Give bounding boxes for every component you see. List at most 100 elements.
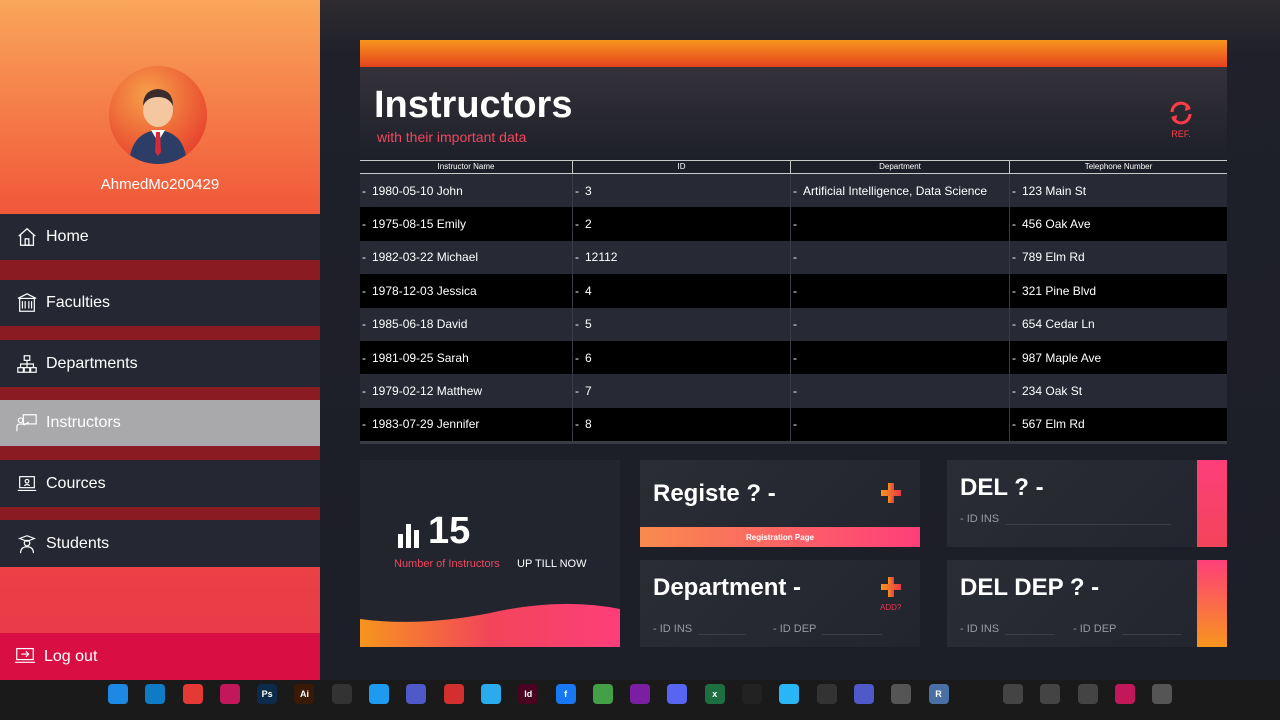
- send-icon[interactable]: [592, 684, 613, 704]
- cell-marker: -: [793, 417, 797, 432]
- sidebar-item-faculties[interactable]: Faculties: [0, 280, 320, 326]
- page-title: Instructors: [374, 84, 573, 126]
- cell-marker: -: [1012, 217, 1016, 232]
- teams2-icon[interactable]: [853, 684, 874, 704]
- field-label: - ID INS: [960, 513, 1000, 525]
- delete-department-accent-bar[interactable]: [1197, 560, 1227, 647]
- table-row[interactable]: -1975-08-15 Emily -2- -456 Oak Ave: [360, 207, 1227, 241]
- column-header[interactable]: Telephone Number: [1010, 161, 1227, 173]
- table-cell-name: -1985-06-18 David: [360, 307, 573, 341]
- table-cell-phone: -123 Main St: [1010, 174, 1227, 207]
- app-icon[interactable]: [219, 684, 240, 704]
- panel-footer: [360, 441, 1227, 444]
- table-cell-phone: -456 Oak Ave: [1010, 207, 1227, 240]
- cell-text: 789 Elm Rd: [1022, 250, 1085, 265]
- calculator-icon[interactable]: [630, 684, 651, 704]
- cell-text: 234 Oak St: [1022, 384, 1083, 399]
- nav-divider: [0, 326, 320, 340]
- discord-icon[interactable]: [667, 684, 688, 704]
- sidebar-item-cources[interactable]: Cources: [0, 460, 320, 507]
- delete-id-ins-input[interactable]: [1005, 511, 1172, 525]
- sidebar-item-label: Instructors: [46, 414, 121, 431]
- cell-text: 1980-05-10 John: [372, 183, 463, 198]
- sidebar-item-students[interactable]: Students: [0, 520, 320, 567]
- delete-dep-id-dep-input[interactable]: [1122, 621, 1183, 635]
- sidebar-item-label: Home: [46, 228, 89, 245]
- monitor-icon[interactable]: [1003, 684, 1024, 704]
- id-ins-input[interactable]: [698, 621, 747, 635]
- delete-department-card: DEL DEP ? - - ID INS - ID DEP: [947, 560, 1227, 647]
- globe-icon[interactable]: [891, 684, 912, 704]
- teams-icon[interactable]: [406, 684, 427, 704]
- table-row[interactable]: -1979-02-12 Matthew -7- -234 Oak St: [360, 374, 1227, 408]
- column-header[interactable]: Department: [791, 161, 1010, 173]
- id-dep-field: - ID DEP: [1073, 621, 1183, 635]
- excel-icon[interactable]: x: [704, 684, 725, 704]
- cell-marker: -: [1012, 250, 1016, 265]
- edge-icon[interactable]: [145, 684, 166, 704]
- telegram-icon[interactable]: [480, 684, 501, 704]
- profile-section: AhmedMo200429: [0, 0, 320, 212]
- field-label: - ID DEP: [1073, 623, 1117, 635]
- table-cell-name: -1980-05-10 John: [360, 174, 573, 208]
- tiktok-icon[interactable]: [742, 684, 763, 704]
- photoshop-icon[interactable]: Ps: [257, 684, 278, 704]
- table-row[interactable]: -1980-05-10 John -3- Artificial Intelligen…: [360, 174, 1227, 208]
- audio-icon[interactable]: [331, 684, 352, 704]
- refresh-button[interactable]: REF.: [1164, 100, 1198, 140]
- panel-accent-bar: [360, 40, 1227, 67]
- sidebar-item-departments[interactable]: Departments: [0, 340, 320, 387]
- maps-icon[interactable]: [779, 684, 800, 704]
- refresh-icon: [1167, 101, 1195, 130]
- column-header[interactable]: ID: [573, 161, 791, 173]
- cell-text: 8: [585, 417, 592, 432]
- table-row[interactable]: -1985-06-18 David -5- -654 Cedar Ln: [360, 307, 1227, 341]
- add-department-icon[interactable]: [880, 576, 902, 598]
- delete-accent-bar[interactable]: [1197, 460, 1227, 547]
- pdf-icon[interactable]: [443, 684, 464, 704]
- field-label: - ID INS: [960, 623, 1000, 635]
- table-row[interactable]: -1983-07-29 Jennifer -8- -567 Elm Rd: [360, 407, 1227, 442]
- screen-icon[interactable]: [1152, 684, 1173, 704]
- add-icon[interactable]: [880, 482, 902, 504]
- table-row[interactable]: -1978-12-03 Jessica -4- -321 Pine Blvd: [360, 274, 1227, 308]
- nav-divider: [0, 446, 320, 460]
- cell-marker: -: [575, 183, 579, 198]
- table-row[interactable]: -1981-09-25 Sarah -6- -987 Maple Ave: [360, 340, 1227, 375]
- chrome-icon[interactable]: [182, 684, 203, 704]
- cell-marker: -: [575, 283, 579, 298]
- sidebar: AhmedMo200429 Home Faculties Departments…: [0, 0, 320, 680]
- cell-marker: -: [1012, 417, 1016, 432]
- audio2-icon[interactable]: [816, 684, 837, 704]
- cell-marker: -: [575, 350, 579, 365]
- cell-marker: -: [362, 183, 366, 198]
- column-header[interactable]: Instructor Name: [360, 161, 573, 173]
- network-icon[interactable]: [1040, 684, 1061, 704]
- id-ins-field: - ID INS: [653, 621, 747, 635]
- twitter-icon[interactable]: [369, 684, 390, 704]
- cell-text: 1983-07-29 Jennifer: [372, 417, 480, 432]
- desktop-icon[interactable]: [108, 684, 128, 704]
- sidebar-item-instructors[interactable]: Instructors: [0, 400, 320, 446]
- separator-icon[interactable]: [965, 684, 986, 704]
- laptop-icon: [14, 471, 40, 497]
- whatsapp-icon[interactable]: [1115, 684, 1136, 704]
- illustrator-icon[interactable]: Ai: [294, 684, 315, 704]
- sidebar-item-home[interactable]: Home: [0, 214, 320, 260]
- table-header: Instructor Name ID Department Telephone …: [360, 160, 1227, 174]
- table-cell-id: -6: [573, 340, 791, 375]
- table-row[interactable]: -1982-03-22 Michael -12112- -789 Elm Rd: [360, 240, 1227, 275]
- sidebar-item-label: Students: [46, 534, 110, 552]
- hierarchy-icon: [14, 351, 40, 377]
- r-icon[interactable]: R: [928, 684, 949, 704]
- avatar[interactable]: [109, 66, 207, 164]
- delete-dep-id-ins-input[interactable]: [1005, 621, 1056, 635]
- facebook-icon[interactable]: f: [555, 684, 576, 704]
- registration-page-button[interactable]: Registration Page: [640, 527, 920, 547]
- id-dep-input[interactable]: [822, 621, 883, 635]
- table-cell-department: -: [791, 240, 1010, 275]
- indesign-icon[interactable]: Id: [518, 684, 539, 704]
- logout-button[interactable]: Log out: [0, 633, 320, 680]
- sidebar-item-label: Departments: [46, 354, 138, 372]
- files-icon[interactable]: [1077, 684, 1098, 704]
